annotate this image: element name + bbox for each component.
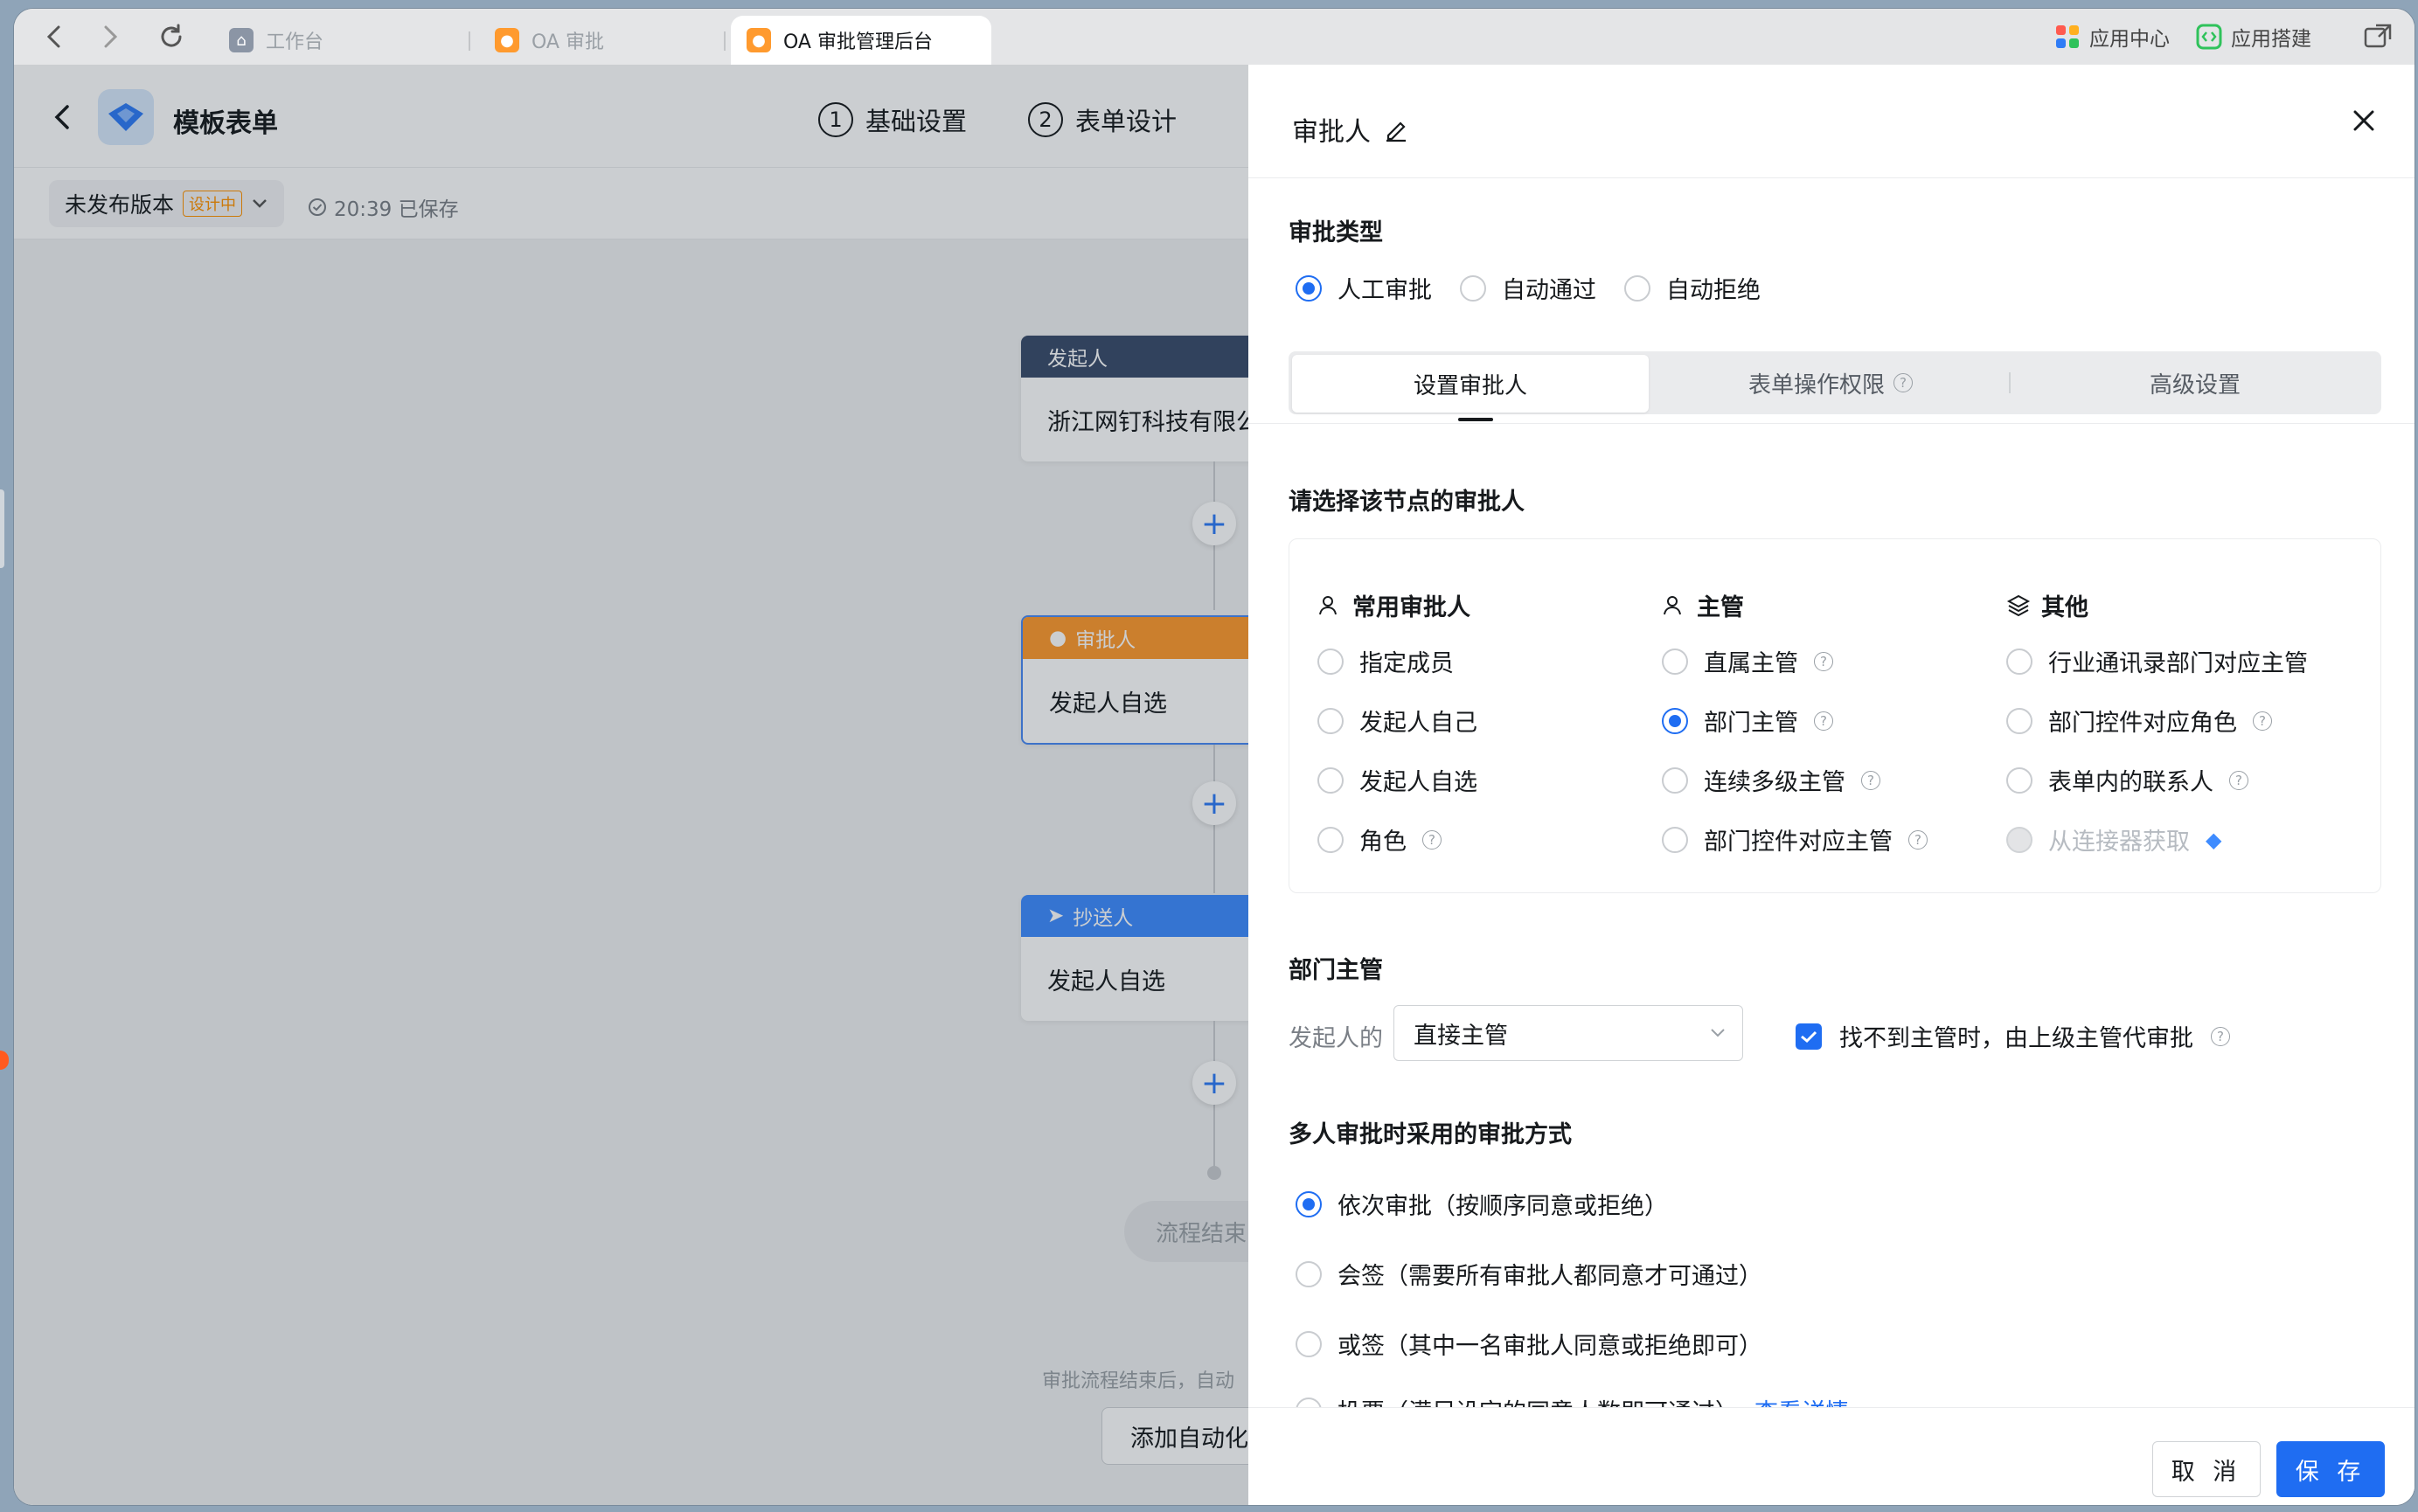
active-tab-indicator [1458,418,1493,421]
app-center-button[interactable]: 应用中心 [2054,22,2170,52]
radio-dept-manager[interactable]: 部门主管? [1662,704,1833,738]
help-icon[interactable]: ? [2211,1026,2230,1046]
radio-auto-reject[interactable]: 自动拒绝 [1624,271,1761,305]
tab-divider [2009,372,2011,393]
radio-industry-dept-manager[interactable]: 行业通讯录部门对应主管 [2006,644,2308,678]
browser-tools: 应用中心 应用搭建 [2054,9,2394,65]
tab-separator [469,31,470,51]
tab-workbench[interactable]: ⌂ 工作台 [213,16,323,65]
radio-from-connector: 从连接器获取 ◆ [2006,822,2221,857]
diamond-icon: ◆ [2206,827,2222,852]
checkbox-checked-icon [1796,1023,1822,1050]
tab-oa-approval[interactable]: ● OA 审批 [479,16,604,65]
user-icon [1319,595,1337,614]
divider [1248,423,2415,424]
tab-set-approver[interactable]: 设置审批人 [1292,355,1649,413]
help-icon[interactable]: ? [1814,711,1833,731]
drawer-title: 审批人 [1292,110,1409,149]
tab-form-permissions[interactable]: 表单操作权限 ? [1652,351,2009,414]
tab-oa-admin[interactable]: ● OA 审批管理后台 [731,16,991,65]
help-icon[interactable]: ? [1861,770,1880,790]
choose-approver-title: 请选择该节点的审批人 [1289,489,1525,516]
close-icon[interactable] [2348,105,2380,136]
layers-icon [2006,594,2031,616]
app-build-button[interactable]: 应用搭建 [2196,22,2311,52]
org-icon: ⌂ [229,28,254,52]
radio-specified-member[interactable]: 指定成员 [1317,644,1454,678]
tab-separator [724,31,726,51]
help-icon: ? [1893,373,1913,392]
edge-notification-dot [0,1051,9,1070]
radio-role[interactable]: 角色? [1317,822,1442,857]
initiator-of-label: 发起人的 [1289,1025,1383,1052]
open-window-icon[interactable] [2364,24,2394,50]
user-icon: ● [495,28,519,52]
dept-manager-title: 部门主管 [1289,957,1383,984]
tab-strip: ⌂ 工作台 ● OA 审批 ● OA 审批管理后台 应用中心 应用搭建 [14,9,2415,65]
radio-countersign[interactable]: 会签（需要所有审批人都同意才可通过） [1296,1257,1762,1291]
help-icon[interactable]: ? [1908,829,1928,850]
settings-tabs: 设置审批人 表单操作权限 ? 高级设置 [1289,351,2381,414]
edge-handle [0,489,4,568]
col-other: 其他 [2006,588,2088,622]
radio-manual-approval[interactable]: 人工审批 [1296,271,1432,305]
manager-level-select[interactable]: 直接主管 [1393,1005,1743,1061]
radio-multi-level-manager[interactable]: 连续多级主管? [1662,763,1880,797]
manager-icon [1664,595,1681,614]
code-icon [2196,24,2222,50]
help-icon[interactable]: ? [1422,829,1442,850]
radio-initiator-self[interactable]: 发起人自己 [1317,704,1477,738]
forward-arrow-icon[interactable] [82,9,138,65]
tab-advanced[interactable]: 高级设置 [2012,351,2378,414]
cancel-button[interactable]: 取 消 [2152,1441,2261,1497]
multi-approval-title: 多人审批时采用的审批方式 [1289,1121,1572,1148]
radio-form-contact[interactable]: 表单内的联系人? [2006,763,2248,797]
radio-dept-control-manager[interactable]: 部门控件对应主管? [1662,822,1928,857]
approver-options-box: 常用审批人 主管 其他 指定成员 发起人自己 发起人自选 角色? 直属主管? 部… [1289,538,2381,893]
reload-icon[interactable] [143,9,199,65]
fallback-checkbox[interactable]: 找不到主管时，由上级主管代审批 ? [1796,1019,2230,1053]
edit-icon[interactable] [1383,116,1409,142]
radio-or-sign[interactable]: 或签（其中一名审批人同意或拒绝即可） [1296,1327,1762,1361]
browser-window: ⌂ 工作台 ● OA 审批 ● OA 审批管理后台 应用中心 应用搭建 模板表单… [14,9,2415,1505]
col-manager: 主管 [1662,588,1744,622]
user-icon: ● [747,28,771,52]
app-center-icon [2056,25,2079,48]
help-icon[interactable]: ? [2253,711,2272,731]
back-arrow-icon[interactable] [26,9,82,65]
radio-initiator-choose[interactable]: 发起人自选 [1317,763,1477,797]
drawer-footer: 取 消 保 存 [1248,1407,2415,1505]
approver-drawer: 审批人 审批类型 人工审批 自动通过 自动拒绝 设置审批人 表单操作权限 ? 高… [1248,65,2415,1505]
radio-direct-manager[interactable]: 直属主管? [1662,644,1833,678]
radio-sequential[interactable]: 依次审批（按顺序同意或拒绝） [1296,1187,1668,1221]
help-icon[interactable]: ? [2229,770,2248,790]
save-button[interactable]: 保 存 [2276,1441,2385,1497]
help-icon[interactable]: ? [1814,651,1833,671]
radio-on [1296,274,1322,302]
approval-type-title: 审批类型 [1289,219,1383,246]
radio-auto-pass[interactable]: 自动通过 [1460,271,1596,305]
modal-mask[interactable] [14,65,1248,1505]
chevron-down-icon [1711,1029,1725,1037]
drawer-header: 审批人 [1248,65,2415,178]
col-common: 常用审批人 [1317,588,1470,622]
radio-dept-control-role[interactable]: 部门控件对应角色? [2006,704,2272,738]
